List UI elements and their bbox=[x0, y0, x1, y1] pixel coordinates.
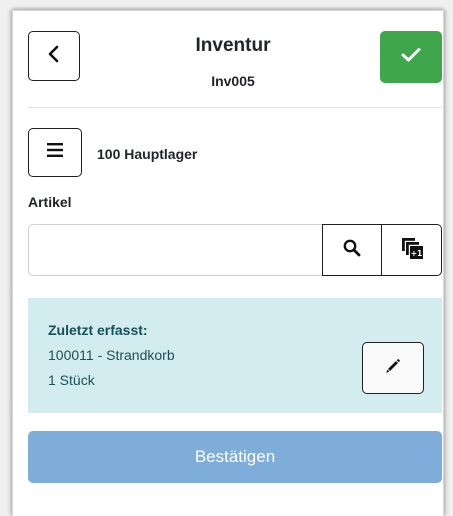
last-captured-title: Zuletzt erfasst: bbox=[48, 322, 148, 338]
add-one-button[interactable]: +1 bbox=[382, 224, 442, 276]
copy-plus-one-icon: +1 bbox=[401, 237, 423, 264]
last-captured-quantity: 1 Stück bbox=[48, 372, 95, 388]
confirm-inventory-button[interactable] bbox=[380, 31, 442, 83]
edit-button[interactable] bbox=[362, 342, 424, 394]
header-divider bbox=[28, 107, 442, 108]
article-label: Artikel bbox=[28, 194, 72, 210]
search-button[interactable] bbox=[322, 224, 382, 276]
article-input[interactable] bbox=[28, 224, 322, 276]
last-captured-item: 100011 - Strandkorb bbox=[48, 347, 175, 363]
hamburger-menu-icon bbox=[47, 143, 63, 162]
search-icon bbox=[343, 239, 361, 262]
back-button[interactable] bbox=[28, 31, 80, 81]
chevron-left-icon bbox=[47, 45, 61, 68]
pencil-icon bbox=[385, 358, 401, 379]
inventory-card: Inventur Inv005 100 Hauptlager Artikel +… bbox=[12, 10, 444, 516]
article-input-group: +1 bbox=[28, 224, 442, 276]
submit-button[interactable]: Bestätigen bbox=[28, 431, 442, 483]
inventory-id: Inv005 bbox=[211, 73, 255, 89]
svg-text:+1: +1 bbox=[410, 249, 422, 258]
last-captured-panel: Zuletzt erfasst: 100011 - Strandkorb 1 S… bbox=[28, 298, 442, 413]
location-label: 100 Hauptlager bbox=[97, 146, 198, 162]
check-icon bbox=[401, 47, 421, 68]
location-menu-button[interactable] bbox=[28, 128, 82, 177]
page-title: Inventur bbox=[195, 35, 271, 56]
